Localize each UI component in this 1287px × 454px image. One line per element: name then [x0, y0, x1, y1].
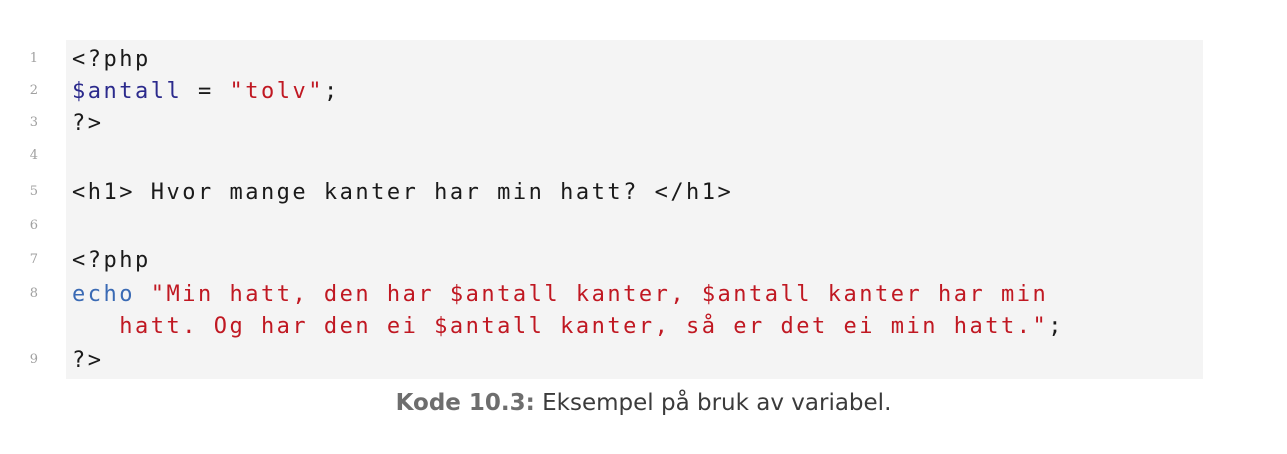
code-line: 4	[30, 140, 1203, 173]
code-caption: Kode 10.3: Eksempel på bruk av variabel.	[0, 390, 1287, 416]
code-token: <?php	[72, 248, 151, 273]
line-number: 6	[29, 218, 38, 233]
line-number: 4	[29, 148, 38, 163]
line-number: 7	[29, 252, 38, 267]
code-line: 2 $antall = "tolv";	[30, 75, 1203, 108]
string-token: "Min hatt, den har $antall kanter, $anta…	[150, 282, 1049, 307]
code-line: 5 <h1> Hvor mange kanter har min hatt? <…	[30, 176, 1203, 209]
string-token: hatt. Og har den ei $antall kanter, så e…	[72, 314, 1049, 339]
code-line: 3 ?>	[30, 107, 1203, 140]
code-token: ;	[323, 79, 340, 104]
code-text: echo "Min hatt, den har $antall kanter, …	[72, 278, 1048, 311]
string-token: "tolv"	[229, 79, 324, 104]
code-line: 1 <?php	[30, 43, 1203, 76]
code-text: <?php	[72, 43, 151, 76]
code-text: ?>	[72, 107, 104, 140]
keyword-token: echo	[72, 282, 135, 307]
caption-label: Kode 10.3:	[395, 390, 535, 416]
line-number: 1	[29, 51, 38, 66]
line-number: 5	[29, 184, 38, 199]
code-token: <h1> Hvor mange kanter har min hatt? </h…	[72, 180, 734, 205]
code-text: <?php	[72, 244, 151, 277]
code-text: <h1> Hvor mange kanter har min hatt? </h…	[72, 176, 733, 209]
line-number: 9	[29, 352, 38, 367]
code-line: 6	[30, 210, 1203, 243]
code-text: hatt. Og har den ei $antall kanter, så e…	[72, 310, 1064, 343]
code-token: =	[182, 79, 230, 104]
code-text: $antall = "tolv";	[72, 75, 340, 108]
line-number: 8	[29, 286, 38, 301]
code-line: 7 <?php	[30, 244, 1203, 277]
code-listing: 1 <?php 2 $antall = "tolv"; 3 ?> 4 5 <h1…	[30, 40, 1203, 379]
code-token: <?php	[72, 47, 151, 72]
code-line: 9 ?>	[30, 344, 1203, 377]
code-token: ;	[1048, 314, 1064, 339]
code-token: ?>	[72, 111, 104, 136]
line-number: 2	[29, 83, 38, 98]
code-token: ?>	[72, 348, 104, 373]
code-line-continuation: hatt. Og har den ei $antall kanter, så e…	[66, 310, 1203, 343]
variable-token: $antall	[72, 79, 183, 104]
line-number: 3	[29, 115, 38, 130]
code-line: 8 echo "Min hatt, den har $antall kanter…	[30, 278, 1203, 311]
caption-text: Eksempel på bruk av variabel.	[534, 390, 892, 416]
code-text: ?>	[72, 344, 104, 377]
